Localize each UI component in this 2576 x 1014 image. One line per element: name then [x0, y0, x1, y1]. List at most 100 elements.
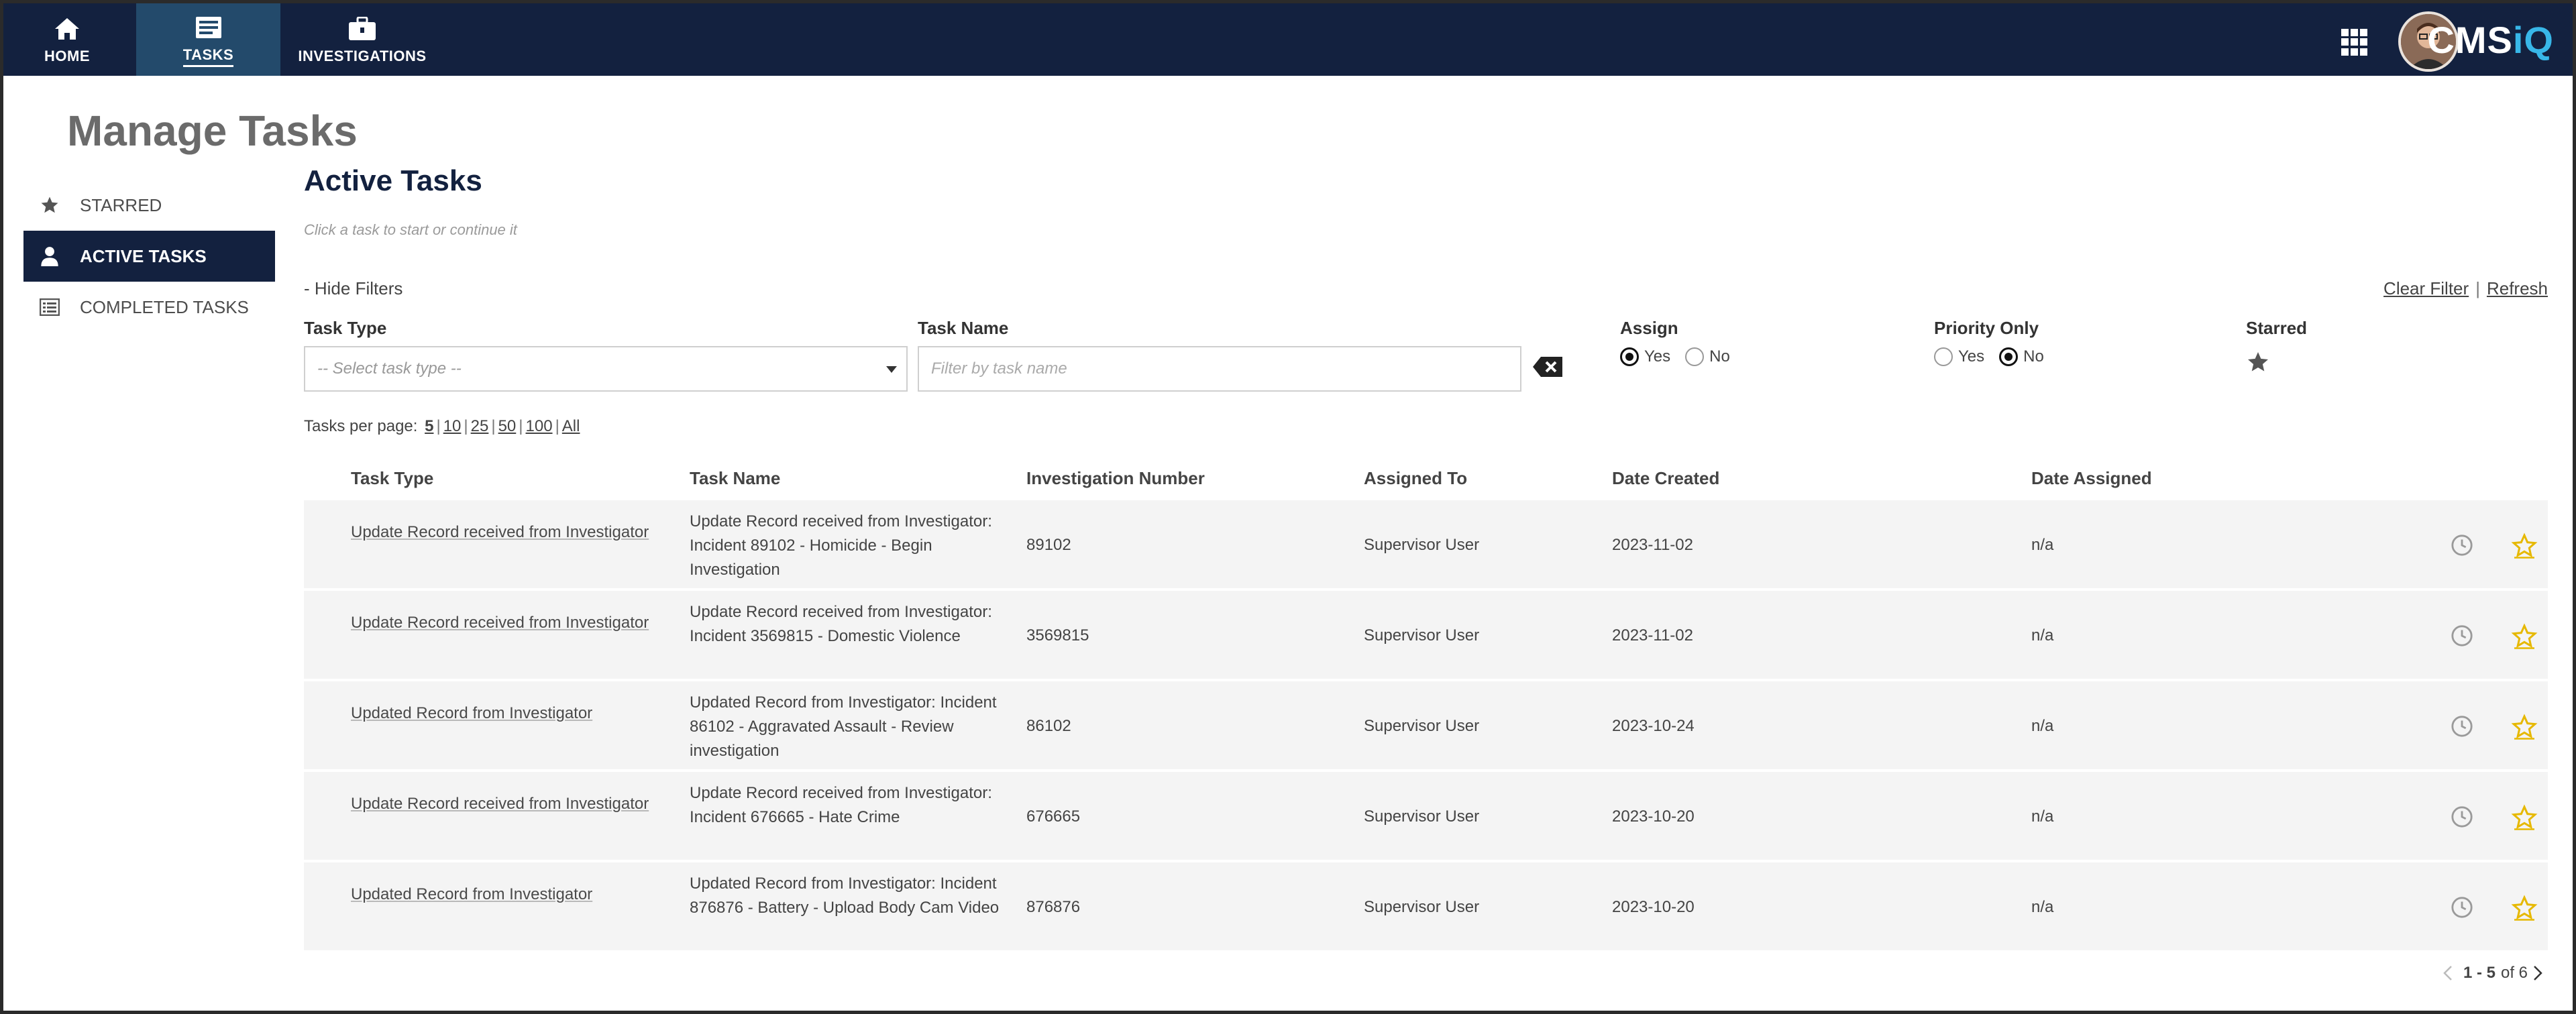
task-type-cell: Update Record received from Investigator [351, 792, 659, 816]
column-header[interactable]: Task Type [351, 468, 433, 489]
task-name-cell: Update Record received from Investigator… [690, 512, 992, 579]
priority-yes-label: Yes [1958, 347, 1985, 365]
clock-icon[interactable] [2451, 715, 2473, 738]
assigned-to-cell: Supervisor User [1364, 807, 1480, 826]
column-header[interactable]: Assigned To [1364, 468, 1467, 489]
page-title: Manage Tasks [67, 107, 358, 155]
starred-label: Starred [2246, 318, 2308, 338]
investigation-number-cell: 676665 [1026, 807, 1081, 826]
clock-icon[interactable] [2451, 896, 2473, 919]
table-row[interactable]: Updated Record from Investigator Updated… [304, 681, 2548, 772]
table-row[interactable]: Update Record received from Investigator… [304, 591, 2548, 681]
sidebar-item-label: STARRED [80, 194, 162, 215]
priority-radio-group: Yes No [1934, 347, 2059, 366]
table-row[interactable]: Update Record received from Investigator… [304, 500, 2548, 591]
task-type-link[interactable]: Update Record received from Investigator [351, 614, 649, 632]
briefcase-icon [348, 14, 376, 44]
pager-range: 1 - 5 [2463, 964, 2496, 982]
date-created-cell: 2023-11-02 [1612, 626, 1693, 644]
star-outline-icon[interactable] [2511, 532, 2538, 559]
date-assigned-cell: n/a [2031, 626, 2054, 644]
nav-home[interactable]: HOME [10, 3, 124, 76]
assign-no-radio[interactable] [1685, 347, 1705, 366]
star-outline-icon[interactable] [2511, 804, 2538, 831]
date-created-cell: 2023-10-24 [1612, 717, 1695, 735]
priority-no-radio[interactable] [1999, 347, 2019, 366]
apps-grid-icon[interactable] [2341, 29, 2368, 56]
priority-only-label: Priority Only [1934, 318, 2039, 338]
per-page-option-100[interactable]: 100 [526, 417, 553, 435]
refresh-link[interactable]: Refresh [2487, 278, 2548, 298]
brand-logo: CMS iQ [2427, 18, 2554, 61]
tasks-per-page-label: Tasks per page: [304, 417, 418, 435]
hide-filters-link[interactable]: - Hide Filters [304, 278, 402, 299]
date-assigned-cell: n/a [2031, 898, 2054, 916]
date-created-cell: 2023-11-02 [1612, 536, 1693, 554]
brand-accent: iQ [2512, 18, 2554, 61]
task-type-cell: Updated Record from Investigator [351, 883, 659, 907]
sidebar-item-starred[interactable]: STARRED [23, 180, 275, 231]
column-header[interactable]: Task Name [690, 468, 780, 489]
assign-yes-label: Yes [1644, 347, 1671, 365]
sidebar-item-label: COMPLETED TASKS [80, 296, 249, 317]
star-icon [38, 194, 61, 217]
per-page-option-25[interactable]: 25 [471, 417, 489, 435]
per-page-option-all[interactable]: All [562, 417, 580, 435]
task-type-select[interactable]: -- Select task type -- [304, 346, 908, 392]
investigation-number-cell: 876876 [1026, 898, 1081, 916]
clear-filter-link[interactable]: Clear Filter [2383, 278, 2469, 298]
task-name-input[interactable] [918, 346, 1521, 392]
task-name-cell: Updated Record from Investigator: Incide… [690, 875, 1000, 917]
task-type-link[interactable]: Updated Record from Investigator [351, 885, 592, 903]
filter-actions: Clear Filter | Refresh [2383, 278, 2548, 299]
task-name-cell: Update Record received from Investigator… [690, 784, 992, 826]
priority-yes-radio[interactable] [1934, 347, 1953, 366]
date-assigned-cell: n/a [2031, 536, 2054, 554]
clear-input-icon[interactable] [1532, 355, 1564, 378]
task-name-cell: Update Record received from Investigator… [690, 603, 992, 645]
priority-no-label: No [2023, 347, 2044, 365]
brand-main: CMS [2427, 18, 2513, 61]
column-header[interactable]: Date Assigned [2031, 468, 2152, 489]
table-row[interactable]: Update Record received from Investigator… [304, 772, 2548, 862]
nav-tasks[interactable]: TASKS [136, 3, 280, 76]
per-page-option-5[interactable]: 5 [425, 417, 433, 435]
task-type-link[interactable]: Updated Record from Investigator [351, 704, 592, 722]
nav-investigations-label: INVESTIGATIONS [298, 48, 427, 64]
clock-icon[interactable] [2451, 805, 2473, 828]
task-name-cell: Updated Record from Investigator: Incide… [690, 693, 997, 760]
per-page-option-50[interactable]: 50 [498, 417, 517, 435]
star-outline-icon[interactable] [2511, 714, 2538, 740]
tasks-icon [195, 13, 222, 42]
task-type-cell: Update Record received from Investigator [351, 520, 659, 545]
caret-down-icon [886, 366, 897, 373]
user-icon [38, 245, 61, 268]
star-outline-icon[interactable] [2511, 623, 2538, 650]
investigation-number-cell: 3569815 [1026, 626, 1089, 644]
table-header: Task Type Task Name Investigation Number… [304, 456, 2548, 500]
nav-investigations[interactable]: INVESTIGATIONS [285, 3, 439, 76]
task-type-link[interactable]: Update Record received from Investigator [351, 795, 649, 813]
star-outline-icon[interactable] [2511, 895, 2538, 921]
per-page-option-10[interactable]: 10 [443, 417, 462, 435]
sidebar-item-active-tasks[interactable]: ACTIVE TASKS [23, 231, 275, 282]
home-icon [54, 14, 80, 44]
sidebar-item-label: ACTIVE TASKS [80, 245, 207, 266]
column-header[interactable]: Investigation Number [1026, 468, 1205, 489]
clock-icon[interactable] [2451, 534, 2473, 557]
assign-yes-radio[interactable] [1620, 347, 1639, 366]
task-type-link[interactable]: Update Record received from Investigator [351, 523, 649, 541]
chevron-left-icon[interactable] [2438, 963, 2458, 983]
column-header[interactable]: Date Created [1612, 468, 1719, 489]
date-created-cell: 2023-10-20 [1612, 807, 1695, 826]
task-type-select-value: -- Select task type -- [317, 359, 462, 378]
chevron-right-icon[interactable] [2528, 963, 2548, 983]
assigned-to-cell: Supervisor User [1364, 536, 1480, 554]
list-icon [38, 296, 61, 319]
starred-filter-star-icon[interactable] [2246, 350, 2273, 377]
nav-tasks-label: TASKS [182, 46, 234, 67]
table-row[interactable]: Updated Record from Investigator Updated… [304, 862, 2548, 953]
assigned-to-cell: Supervisor User [1364, 626, 1480, 644]
clock-icon[interactable] [2451, 624, 2473, 647]
sidebar-item-completed-tasks[interactable]: COMPLETED TASKS [23, 282, 275, 333]
